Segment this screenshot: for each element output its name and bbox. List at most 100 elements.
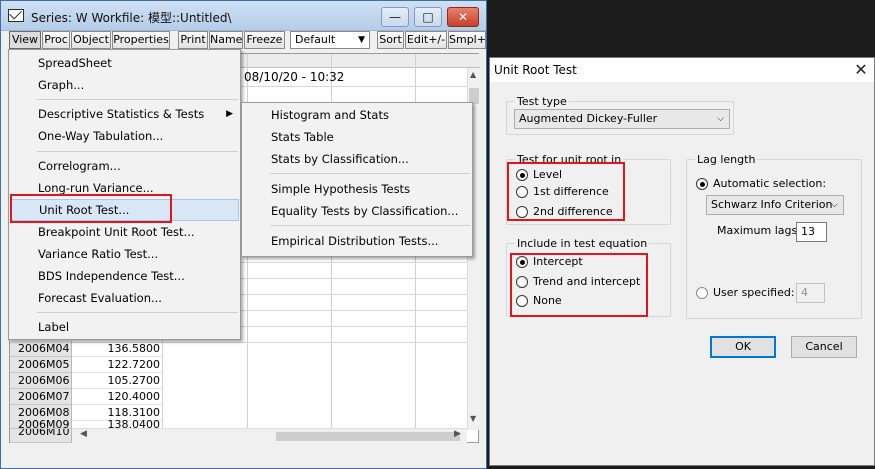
user-specified-lags-input[interactable]: 4 xyxy=(796,283,825,303)
radio-selected-icon xyxy=(516,256,528,268)
cell-value[interactable]: 118.3100 xyxy=(72,405,162,421)
cell-value[interactable]: 120.4000 xyxy=(72,389,162,405)
radio-trend-and-intercept[interactable]: Trend and intercept xyxy=(516,273,640,291)
row-label[interactable]: 2006M04 xyxy=(10,341,72,357)
radio-unselected-icon xyxy=(516,295,528,307)
scroll-up-arrow-icon[interactable]: ▲ xyxy=(470,70,476,79)
chevron-down-icon: ▼ xyxy=(358,35,365,45)
max-lags-input[interactable]: 13 xyxy=(796,222,827,242)
horizontal-scroll-thumb[interactable] xyxy=(276,432,460,441)
radio-unselected-icon xyxy=(516,276,528,288)
menu-separator xyxy=(37,312,238,313)
series-toolbar: View Proc Object Properties Print Name F… xyxy=(1,31,486,49)
submenu-item-empirical-distribution-tests[interactable]: Empirical Distribution Tests... xyxy=(243,230,471,252)
properties-button[interactable]: Properties xyxy=(112,31,170,49)
print-button[interactable]: Print xyxy=(178,31,208,49)
unit-root-test-dialog: Unit Root Test ✕ Test type Augmented Dic… xyxy=(489,57,875,466)
menu-item-spreadsheet[interactable]: SpreadSheet xyxy=(10,52,239,74)
menu-item-descriptive-stats[interactable]: Descriptive Statistics & Tests ▶ xyxy=(10,103,239,125)
radio-label: Intercept xyxy=(533,255,583,268)
display-mode-value: Default xyxy=(295,33,336,46)
radio-unselected-icon xyxy=(516,206,528,218)
scroll-right-arrow-icon[interactable]: ▶ xyxy=(454,429,461,439)
row-label[interactable]: 2006M07 xyxy=(10,389,72,405)
view-button[interactable]: View xyxy=(9,31,41,49)
dialog-titlebar[interactable]: Unit Root Test ✕ xyxy=(490,58,874,82)
radio-none[interactable]: None xyxy=(516,292,562,310)
cancel-button[interactable]: Cancel xyxy=(791,336,857,358)
ok-button[interactable]: OK xyxy=(710,336,776,358)
sample-toggle-button[interactable]: Smpl+ xyxy=(448,31,486,49)
scroll-down-arrow-icon[interactable]: ▼ xyxy=(470,414,476,423)
radio-automatic-selection[interactable]: Automatic selection: xyxy=(696,175,826,193)
row-label[interactable]: 2006M09 xyxy=(10,420,72,429)
menu-item-label: Descriptive Statistics & Tests xyxy=(38,107,205,121)
max-lags-label: Maximum lags: xyxy=(717,224,801,237)
menu-item-label[interactable]: Label xyxy=(10,316,239,338)
series-check-icon xyxy=(8,9,24,22)
cell-value[interactable]: 122.7200 xyxy=(72,357,162,373)
submenu-item-stats-by-classification[interactable]: Stats by Classification... xyxy=(243,148,471,170)
menu-separator xyxy=(37,99,238,100)
submenu-item-stats-table[interactable]: Stats Table xyxy=(243,126,471,148)
radio-label: Automatic selection: xyxy=(713,177,827,190)
submenu-item-equality-tests-by-classification[interactable]: Equality Tests by Classification... xyxy=(243,200,471,222)
radio-user-specified[interactable]: User specified: xyxy=(696,284,795,302)
grid-timestamp: 08/10/20 - 10:32 xyxy=(244,70,345,84)
row-label[interactable]: 2006M08 xyxy=(10,405,72,421)
freeze-button[interactable]: Freeze xyxy=(244,31,285,49)
row-label[interactable]: 2006M10 xyxy=(10,429,72,443)
cell-value[interactable]: 136.5800 xyxy=(72,341,162,357)
menu-item-forecast-evaluation[interactable]: Forecast Evaluation... xyxy=(10,287,239,309)
radio-label: Trend and intercept xyxy=(533,275,641,288)
test-type-select[interactable]: Augmented Dickey-Fuller ⌵ xyxy=(514,109,730,129)
radio-intercept[interactable]: Intercept xyxy=(516,253,583,271)
proc-button[interactable]: Proc xyxy=(42,31,70,49)
display-mode-select[interactable]: Default ▼ xyxy=(290,31,370,49)
close-icon[interactable]: ✕ xyxy=(852,60,870,79)
unit-root-in-label: Test for unit root in xyxy=(515,153,624,166)
menu-item-long-run-variance[interactable]: Long-run Variance... xyxy=(10,177,239,199)
menu-item-graph[interactable]: Graph... xyxy=(10,74,239,96)
radio-selected-icon xyxy=(516,169,528,181)
maximize-button[interactable]: □ xyxy=(414,7,442,27)
row-label[interactable]: 2006M06 xyxy=(10,373,72,389)
radio-1st-difference[interactable]: 1st difference xyxy=(516,183,609,201)
scroll-left-arrow-icon[interactable]: ◀ xyxy=(80,429,87,439)
radio-label: 2nd difference xyxy=(533,205,613,218)
minimize-button[interactable]: — xyxy=(381,7,409,27)
name-button[interactable]: Name xyxy=(209,31,243,49)
horizontal-scrollbar[interactable]: ◀ ▶ xyxy=(72,428,467,443)
menu-item-unit-root-test[interactable]: Unit Root Test... xyxy=(10,199,239,221)
object-button[interactable]: Object xyxy=(71,31,111,49)
radio-label: User specified: xyxy=(713,286,795,299)
edit-toggle-button[interactable]: Edit+/- xyxy=(405,31,447,49)
menu-item-one-way-tabulation[interactable]: One-Way Tabulation... xyxy=(10,125,239,147)
menu-separator xyxy=(270,225,470,226)
submenu-item-simple-hypothesis-tests[interactable]: Simple Hypothesis Tests xyxy=(243,178,471,200)
chevron-down-icon: ⌵ xyxy=(717,114,724,124)
menu-item-correlogram[interactable]: Correlogram... xyxy=(10,155,239,177)
radio-level[interactable]: Level xyxy=(516,166,562,184)
descriptive-stats-submenu: Histogram and Stats Stats Table Stats by… xyxy=(241,102,473,257)
sort-button[interactable]: Sort xyxy=(377,31,404,49)
series-titlebar[interactable]: Series: W Workfile: 模型::Untitled\ — □ ✕ xyxy=(1,1,486,31)
menu-item-bds-independence-test[interactable]: BDS Independence Test... xyxy=(10,265,239,287)
submenu-item-histogram-and-stats[interactable]: Histogram and Stats xyxy=(243,104,471,126)
radio-unselected-icon xyxy=(516,186,528,198)
radio-selected-icon xyxy=(696,178,708,190)
menu-item-variance-ratio-test[interactable]: Variance Ratio Test... xyxy=(10,243,239,265)
radio-2nd-difference[interactable]: 2nd difference xyxy=(516,203,613,221)
row-label[interactable]: 2006M05 xyxy=(10,357,72,373)
criterion-value: Schwarz Info Criterion xyxy=(711,198,833,211)
radio-label: 1st difference xyxy=(533,185,609,198)
cell-value[interactable]: 105.2700 xyxy=(72,373,162,389)
criterion-select[interactable]: Schwarz Info Criterion ⌵ xyxy=(706,195,844,215)
radio-label: Level xyxy=(533,168,563,181)
chevron-down-icon: ⌵ xyxy=(831,200,838,210)
dialog-title: Unit Root Test xyxy=(494,63,577,77)
view-dropdown-menu: SpreadSheet Graph... Descriptive Statist… xyxy=(8,49,241,340)
close-window-button[interactable]: ✕ xyxy=(447,7,479,27)
menu-item-breakpoint-unit-root-test[interactable]: Breakpoint Unit Root Test... xyxy=(10,221,239,243)
test-type-value: Augmented Dickey-Fuller xyxy=(519,112,658,125)
